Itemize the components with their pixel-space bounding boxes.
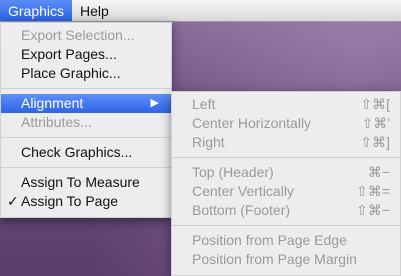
menu-item-label: Bottom (Footer)	[192, 202, 291, 218]
submenu-arrow-icon: ▶	[150, 97, 159, 109]
menu-item-label: Export Selection...	[21, 27, 135, 43]
keyboard-shortcut: ⇧⌘'	[361, 115, 390, 131]
menu-item-label: Check Graphics...	[21, 144, 133, 160]
submenu-item-left[interactable]: Left ⇧⌘[	[172, 95, 400, 114]
keyboard-shortcut: ⇧⌘[	[360, 96, 390, 112]
menu-item-label: Position from Page Margin	[192, 251, 357, 267]
menu-item-attributes[interactable]: Attributes...	[1, 113, 171, 132]
menu-separator	[1, 88, 171, 89]
checkmark-icon: ✓	[7, 193, 19, 209]
menu-separator	[1, 137, 171, 138]
menu-item-label: Assign To Page	[21, 193, 119, 209]
submenu-item-bottom-footer[interactable]: Bottom (Footer) ⇧⌘−	[172, 201, 400, 220]
menu-item-label: Place Graphic...	[21, 65, 121, 81]
menu-help[interactable]: Help	[72, 0, 117, 21]
menu-item-label: Top (Header)	[192, 164, 274, 180]
menu-item-export-pages[interactable]: Export Pages...	[1, 45, 171, 64]
graphics-menu: Export Selection... Export Pages... Plac…	[0, 22, 172, 218]
menu-item-assign-to-page[interactable]: ✓ Assign To Page	[1, 192, 171, 211]
submenu-item-top-header[interactable]: Top (Header) ⌘−	[172, 163, 400, 182]
menu-item-label: Assign To Measure	[21, 174, 140, 190]
submenu-item-right[interactable]: Right ⇧⌘]	[172, 133, 400, 152]
keyboard-shortcut: ⇧⌘]	[360, 134, 390, 150]
menu-item-label: Export Pages...	[21, 46, 117, 62]
keyboard-shortcut: ⇧⌘=	[356, 183, 390, 199]
menu-item-place-graphic[interactable]: Place Graphic...	[1, 64, 171, 83]
menu-separator	[1, 167, 171, 168]
submenu-item-center-vertically[interactable]: Center Vertically ⇧⌘=	[172, 182, 400, 201]
menu-item-label: Alignment	[21, 95, 84, 111]
menu-item-label: Center Horizontally	[192, 115, 312, 131]
menu-item-assign-to-measure[interactable]: Assign To Measure	[1, 173, 171, 192]
keyboard-shortcut: ⇧⌘−	[356, 202, 390, 218]
menu-item-label: Center Vertically	[192, 183, 294, 199]
menu-item-export-selection[interactable]: Export Selection...	[1, 26, 171, 45]
menu-graphics[interactable]: Graphics	[0, 0, 73, 21]
menu-item-label: Position from Page Edge	[192, 232, 347, 248]
menu-item-alignment[interactable]: Alignment ▶	[1, 94, 171, 113]
menu-bar: Graphics Help	[0, 0, 401, 22]
menu-item-label: Left	[192, 96, 216, 112]
keyboard-shortcut: ⌘−	[367, 164, 390, 180]
menu-item-label: Right	[192, 134, 225, 150]
menu-item-label: Attributes...	[21, 114, 92, 130]
submenu-item-position-from-page-margin[interactable]: Position from Page Margin	[172, 250, 400, 269]
submenu-item-center-horizontally[interactable]: Center Horizontally ⇧⌘'	[172, 114, 400, 133]
submenu-item-position-from-page-edge[interactable]: Position from Page Edge	[172, 231, 400, 250]
alignment-submenu: Left ⇧⌘[ Center Horizontally ⇧⌘' Right ⇧…	[171, 91, 401, 276]
menu-item-check-graphics[interactable]: Check Graphics...	[1, 143, 171, 162]
menu-separator	[172, 225, 400, 226]
menu-separator	[172, 157, 400, 158]
